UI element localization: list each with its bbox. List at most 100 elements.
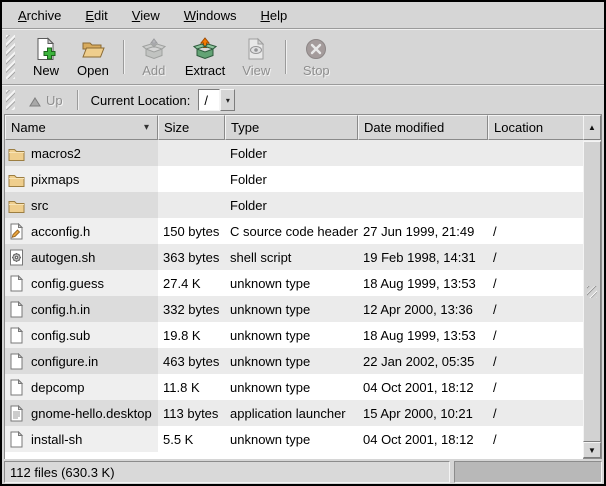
- location-combo-value[interactable]: /: [198, 89, 220, 111]
- file-name-cell[interactable]: src: [5, 192, 158, 218]
- file-name-cell[interactable]: depcomp: [5, 374, 158, 400]
- file-name: autogen.sh: [31, 250, 95, 265]
- vertical-scrollbar[interactable]: ▲ ▼: [583, 115, 601, 458]
- scroll-up-button[interactable]: ▲: [583, 115, 601, 140]
- toolbar-separator: [285, 40, 287, 74]
- file-date-cell: 15 Apr 2000, 10:21: [358, 400, 488, 426]
- toolbar-separator: [123, 40, 125, 74]
- file-location-cell: /: [488, 322, 583, 348]
- new-button[interactable]: New: [23, 32, 69, 82]
- file-type-cell: unknown type: [225, 296, 358, 322]
- table-row[interactable]: configure.in 463 bytesunknown type22 Jan …: [5, 348, 583, 374]
- location-bar-drag-handle[interactable]: [6, 90, 15, 110]
- table-row[interactable]: config.guess27.4 Kunknown type18 Aug 199…: [5, 270, 583, 296]
- folder-icon: [8, 197, 25, 214]
- up-button-label: Up: [46, 93, 63, 108]
- file-type-cell: unknown type: [225, 348, 358, 374]
- column-header-name[interactable]: Name ▾: [5, 115, 158, 140]
- menu-view[interactable]: View: [122, 4, 170, 27]
- status-bar: 112 files (630.3 K): [2, 461, 604, 484]
- file-date-cell: [358, 166, 488, 192]
- open-button[interactable]: Open: [69, 32, 117, 82]
- file-type-cell: application launcher: [225, 400, 358, 426]
- file-name-cell[interactable]: acconfig.h: [5, 218, 158, 244]
- table-row[interactable]: autogen.sh363 bytesshell script19 Feb 19…: [5, 244, 583, 270]
- file-name-cell[interactable]: configure.in: [5, 348, 158, 374]
- table-row[interactable]: config.sub19.8 Kunknown type18 Aug 1999,…: [5, 322, 583, 348]
- file-location-cell: /: [488, 296, 583, 322]
- scrollbar-thumb[interactable]: [583, 141, 601, 442]
- file-date-cell: 19 Feb 1998, 14:31: [358, 244, 488, 270]
- file-location-cell: /: [488, 270, 583, 296]
- status-text: 112 files (630.3 K): [4, 461, 450, 483]
- file-size-cell: 463 bytes: [158, 348, 225, 374]
- file-size-cell: [158, 166, 225, 192]
- file-date-cell: 22 Jan 2002, 05:35: [358, 348, 488, 374]
- file-size-cell: [158, 140, 225, 166]
- location-combo[interactable]: / ▾: [198, 89, 235, 111]
- extract-button-label: Extract: [185, 63, 225, 78]
- file-name-cell[interactable]: config.h.in: [5, 296, 158, 322]
- scroll-down-button[interactable]: ▼: [583, 442, 601, 458]
- file-name-cell[interactable]: autogen.sh: [5, 244, 158, 270]
- toolbar: New Open Add: [2, 30, 604, 84]
- file-name-cell[interactable]: install-sh: [5, 426, 158, 452]
- file-name: config.sub: [31, 328, 90, 343]
- file-date-cell: 18 Aug 1999, 13:53: [358, 322, 488, 348]
- file-name-cell[interactable]: gnome-hello.desktop: [5, 400, 158, 426]
- file-name: macros2: [31, 146, 81, 161]
- file-size-cell: 19.8 K: [158, 322, 225, 348]
- open-archive-icon: [81, 37, 105, 61]
- document-icon: [8, 301, 25, 318]
- file-location-cell: [488, 140, 583, 166]
- archive-manager-window: Archive Edit View Windows Help New: [0, 0, 606, 486]
- table-row[interactable]: acconfig.h150 bytesC source code header2…: [5, 218, 583, 244]
- column-header-size[interactable]: Size: [158, 115, 225, 140]
- table-row[interactable]: macros2Folder: [5, 140, 583, 166]
- sort-indicator-icon: ▾: [144, 122, 149, 133]
- column-header-date-modified[interactable]: Date modified: [358, 115, 488, 140]
- open-button-label: Open: [77, 63, 109, 78]
- stop-button-label: Stop: [303, 63, 330, 78]
- menu-help[interactable]: Help: [250, 4, 297, 27]
- file-size-cell: 5.5 K: [158, 426, 225, 452]
- file-name-cell[interactable]: pixmaps: [5, 166, 158, 192]
- file-type-cell: Folder: [225, 166, 358, 192]
- document-icon: [8, 431, 25, 448]
- location-separator: [77, 90, 79, 110]
- toolbar-drag-handle[interactable]: [6, 35, 15, 79]
- up-arrow-icon: [29, 95, 41, 105]
- file-name-cell[interactable]: macros2: [5, 140, 158, 166]
- table-row[interactable]: config.h.in332 bytesunknown type12 Apr 2…: [5, 296, 583, 322]
- column-header-type[interactable]: Type: [225, 115, 358, 140]
- file-size-cell: 150 bytes: [158, 218, 225, 244]
- extract-button[interactable]: Extract: [177, 32, 233, 82]
- table-row[interactable]: pixmaps Folder: [5, 166, 583, 192]
- file-location-cell: /: [488, 400, 583, 426]
- view-file-icon: [244, 37, 268, 61]
- table-row[interactable]: install-sh5.5 Kunknown type04 Oct 2001, …: [5, 426, 583, 452]
- file-type-cell: unknown type: [225, 270, 358, 296]
- file-type-cell: shell script: [225, 244, 358, 270]
- file-date-cell: 27 Jun 1999, 21:49: [358, 218, 488, 244]
- current-location-label: Current Location:: [91, 93, 191, 108]
- file-name: configure.in: [31, 354, 98, 369]
- file-name: config.h.in: [31, 302, 90, 317]
- table-row[interactable]: gnome-hello.desktop 113 bytesapplication …: [5, 400, 583, 426]
- file-name: gnome-hello.desktop: [31, 406, 152, 421]
- add-button: Add: [131, 32, 177, 82]
- up-button: Up: [21, 91, 71, 110]
- location-combo-dropdown-button[interactable]: ▾: [220, 89, 235, 111]
- file-date-cell: 18 Aug 1999, 13:53: [358, 270, 488, 296]
- menu-windows[interactable]: Windows: [174, 4, 247, 27]
- file-name: pixmaps: [31, 172, 79, 187]
- file-size-cell: 113 bytes: [158, 400, 225, 426]
- menu-archive[interactable]: Archive: [8, 4, 71, 27]
- menu-edit[interactable]: Edit: [75, 4, 117, 27]
- folder-icon: [8, 171, 25, 188]
- table-row[interactable]: depcomp11.8 Kunknown type04 Oct 2001, 18…: [5, 374, 583, 400]
- file-name-cell[interactable]: config.sub: [5, 322, 158, 348]
- file-name-cell[interactable]: config.guess: [5, 270, 158, 296]
- table-row[interactable]: srcFolder: [5, 192, 583, 218]
- view-button-label: View: [242, 63, 270, 78]
